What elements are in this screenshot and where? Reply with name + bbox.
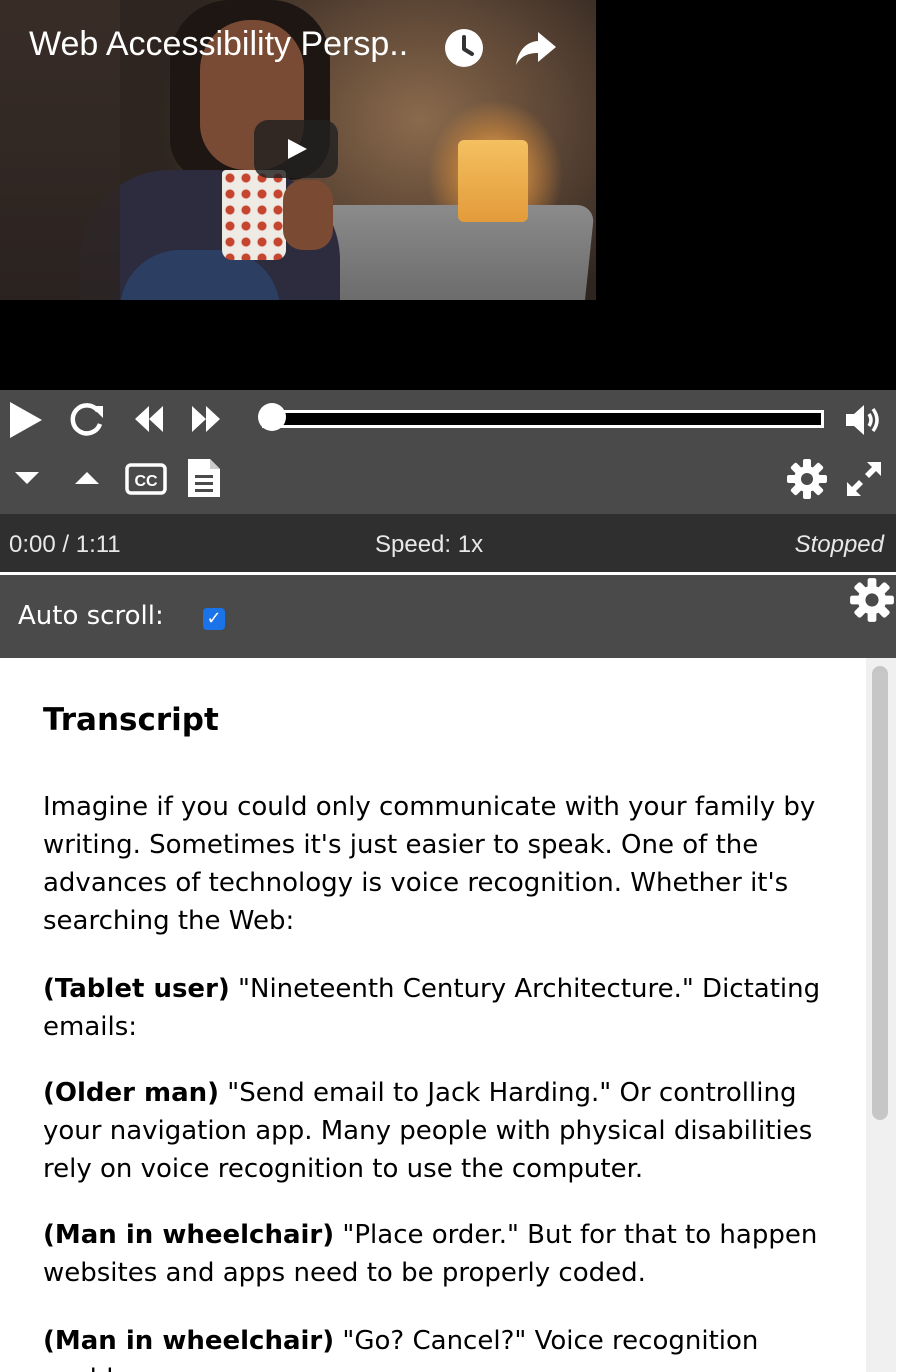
autoscroll-label: Auto scroll: [18,601,164,631]
transcript-paragraph[interactable]: (Tablet user) "Nineteenth Century Archit… [43,970,833,1046]
seek-handle[interactable] [258,403,286,431]
transcript-paragraph[interactable]: Imagine if you could only communicate wi… [43,788,833,940]
fast-forward-icon[interactable] [190,404,222,434]
autoscroll-checkbox[interactable]: ✓ [203,608,225,630]
gear-icon[interactable] [849,577,895,623]
transcript-speaker: (Tablet user) [43,974,230,1004]
speed-display: Speed: 1x [375,531,484,558]
transcript-paragraph[interactable]: (Man in wheelchair) "Go? Cancel?" Voice … [43,1322,833,1372]
transcript-title: Transcript [43,702,219,738]
playback-state: Stopped [794,531,884,558]
transcript-panel: Transcript Imagine if you could only com… [0,658,866,1372]
svg-text:CC: CC [134,473,158,490]
caret-down-icon[interactable] [14,470,40,486]
fullscreen-icon[interactable] [845,460,883,498]
clock-icon[interactable] [444,28,484,68]
rewind-icon[interactable] [133,404,165,434]
video-player[interactable]: Web Accessibility Persp.. [0,0,896,390]
transcript-speaker: (Man in wheelchair) [43,1220,335,1250]
gear-icon[interactable] [786,458,828,500]
caret-up-icon[interactable] [74,470,100,486]
time-display: 0:00 / 1:11 [9,531,121,558]
video-title[interactable]: Web Accessibility Persp.. [29,25,408,64]
volume-icon[interactable] [844,402,884,438]
transcript-paragraph[interactable]: (Older man) "Send email to Jack Harding.… [43,1074,833,1188]
restart-icon[interactable] [68,402,106,438]
scrollbar-thumb[interactable] [872,666,888,1120]
document-icon[interactable] [186,457,222,499]
share-arrow-icon[interactable] [514,28,558,68]
youtube-play-icon[interactable] [254,120,338,178]
status-bar: 0:00 / 1:11 Speed: 1x Stopped [0,514,896,572]
play-icon[interactable] [8,400,44,440]
transcript-text: Imagine if you could only communicate wi… [43,792,816,936]
closed-captions-icon[interactable]: CC [125,463,167,495]
transcript-speaker: (Older man) [43,1078,220,1108]
seek-bar[interactable] [262,410,824,428]
transcript-speaker: (Man in wheelchair) [43,1326,335,1356]
transcript-paragraph[interactable]: (Man in wheelchair) "Place order." But f… [43,1216,833,1292]
